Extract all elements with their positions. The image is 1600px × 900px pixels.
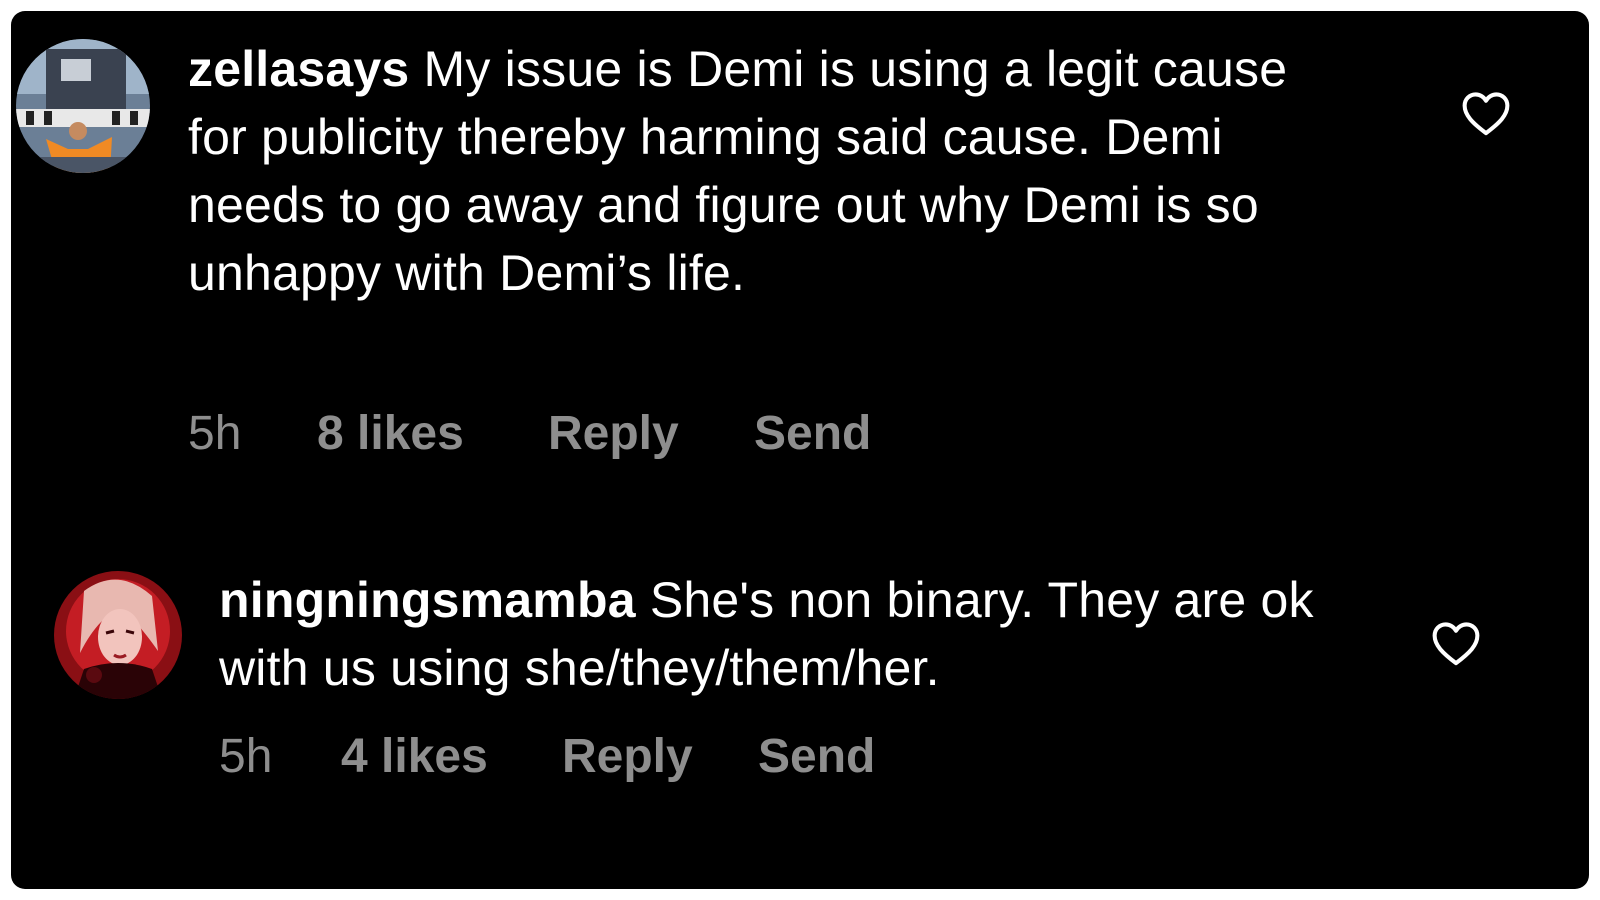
avatar[interactable] — [16, 39, 150, 173]
comment-username[interactable]: ningningsmamba — [219, 572, 636, 628]
comment-meta: 5h 4 likes Reply Send — [219, 727, 1019, 787]
comment-text: ningningsmamba She's non binary. They ar… — [219, 566, 1379, 702]
heart-outline-icon[interactable] — [1429, 617, 1483, 671]
comment-username[interactable]: zellasays — [188, 41, 409, 97]
comment-text: zellasays My issue is Demi is using a le… — [188, 35, 1348, 307]
heart-outline-icon[interactable] — [1459, 87, 1513, 141]
reply-button[interactable]: Reply — [548, 404, 679, 464]
comment-timestamp: 5h — [188, 407, 242, 460]
comments-panel: zellasays My issue is Demi is using a le… — [11, 11, 1589, 889]
user-avatar-photo — [16, 39, 150, 173]
avatar[interactable] — [54, 571, 182, 699]
comment-meta: 5h 8 likes Reply Send — [188, 404, 988, 464]
likes-count[interactable]: 8 likes — [317, 404, 464, 464]
comment-timestamp: 5h — [219, 730, 273, 783]
send-button[interactable]: Send — [754, 404, 871, 464]
user-avatar-photo — [54, 571, 182, 699]
likes-count[interactable]: 4 likes — [341, 727, 488, 787]
send-button[interactable]: Send — [758, 727, 875, 787]
reply-button[interactable]: Reply — [562, 727, 693, 787]
